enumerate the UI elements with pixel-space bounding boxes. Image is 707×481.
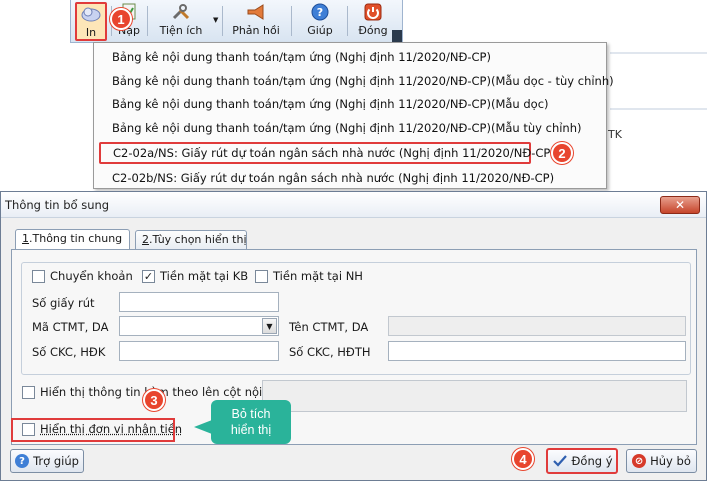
power-icon	[364, 3, 382, 21]
checkbox-box[interactable]	[22, 385, 35, 399]
cash-at-bank-checkbox[interactable]: Tiền mặt tại NH	[255, 269, 363, 283]
tab-display-options[interactable]: 2.Tùy chọn hiển thị	[135, 230, 247, 250]
step-badge-4: 4	[512, 448, 534, 470]
program-code-label: Mã CTMT, DA	[32, 320, 109, 334]
feedback-button[interactable]: Phản hồi	[229, 2, 283, 41]
print-icon	[81, 7, 101, 22]
step-badge-1: 1	[110, 8, 132, 30]
dialog-title: Thông tin bổ sung	[5, 198, 110, 212]
toolbar-overflow-icon[interactable]	[392, 30, 402, 42]
chevron-down-icon[interactable]: ▼	[213, 16, 218, 24]
close-icon[interactable]: ✕	[660, 196, 700, 214]
ckc-hdth-label: Số CKC, HĐTH	[289, 345, 371, 359]
menu-item[interactable]: Bảng kê nội dung thanh toán/tạm ứng (Ngh…	[100, 46, 491, 68]
print-menu: Bảng kê nội dung thanh toán/tạm ứng (Ngh…	[93, 42, 614, 189]
attached-info-textarea	[262, 380, 687, 412]
menu-item[interactable]: Bảng kê nội dung thanh toán/tạm ứng (Ngh…	[100, 117, 582, 139]
ckc-hdk-input[interactable]	[119, 341, 279, 361]
highlight-box	[11, 418, 175, 442]
menu-item[interactable]: Bảng kê nội dung thanh toán/tạm ứng (Ngh…	[100, 93, 549, 115]
megaphone-icon	[247, 4, 264, 20]
step-badge-3: 3	[143, 389, 165, 411]
cash-at-treasury-checkbox[interactable]: ✓ Tiền mặt tại KB	[142, 269, 248, 283]
program-name-input	[388, 316, 686, 336]
utilities-button[interactable]: Tiện ích	[153, 2, 209, 41]
step-badge-2: 2	[551, 142, 573, 164]
menu-item[interactable]: Bảng kê nội dung thanh toán/tạm ứng (Ngh…	[100, 70, 614, 92]
tab-general-info[interactable]: 1.Thông tin chung	[15, 229, 130, 251]
help-icon: ?	[311, 3, 329, 21]
checkmark-icon	[552, 455, 567, 467]
help-button[interactable]: ? Trợ giúp	[10, 449, 84, 473]
withdrawal-number-input[interactable]	[119, 292, 279, 312]
additional-info-dialog: Thông tin bổ sung ✕ 1.Thông tin chung 2.…	[0, 191, 707, 481]
withdrawal-number-label: Số giấy rút	[32, 296, 95, 310]
menu-item-c2-02a[interactable]: C2-02a/NS: Giấy rút dự toán ngân sách nh…	[99, 142, 555, 164]
svg-text:?: ?	[317, 6, 323, 19]
transfer-checkbox[interactable]: Chuyển khoản	[32, 269, 133, 283]
menu-item[interactable]: C2-02b/NS: Giấy rút dự toán ngân sách nh…	[100, 167, 554, 189]
general-info-panel: Chuyển khoản ✓ Tiền mặt tại KB Tiền mặt …	[11, 249, 697, 445]
checkbox-box[interactable]	[32, 269, 45, 283]
chevron-down-icon[interactable]: ▼	[262, 318, 277, 334]
close-toolbar-button[interactable]: Đóng	[351, 2, 395, 41]
cancel-button[interactable]: ⊘ Hủy bỏ	[626, 449, 697, 473]
program-name-label: Tên CTMT, DA	[289, 320, 369, 334]
help-toolbar-button[interactable]: ? Giúp	[297, 2, 343, 41]
print-button[interactable]: In	[75, 2, 107, 41]
ckc-hdth-input[interactable]	[388, 341, 686, 361]
help-icon: ?	[15, 454, 30, 468]
program-code-combobox[interactable]: ▼	[119, 316, 279, 336]
tools-icon	[172, 4, 190, 20]
uncheck-callout: Bỏ tích hiển thị	[211, 400, 291, 444]
checkmark-icon[interactable]: ✓	[142, 269, 155, 283]
ok-button[interactable]: Đồng ý	[546, 448, 618, 474]
cancel-icon: ⊘	[632, 454, 647, 468]
checkbox-box[interactable]	[255, 269, 268, 283]
background-partial-text: TK	[608, 128, 622, 141]
ckc-hdk-label: Số CKC, HĐK	[32, 345, 106, 359]
callout-tail	[194, 420, 212, 434]
dialog-titlebar: Thông tin bổ sung ✕	[1, 192, 706, 218]
payment-info-group: Chuyển khoản ✓ Tiền mặt tại KB Tiền mặt …	[21, 262, 691, 375]
